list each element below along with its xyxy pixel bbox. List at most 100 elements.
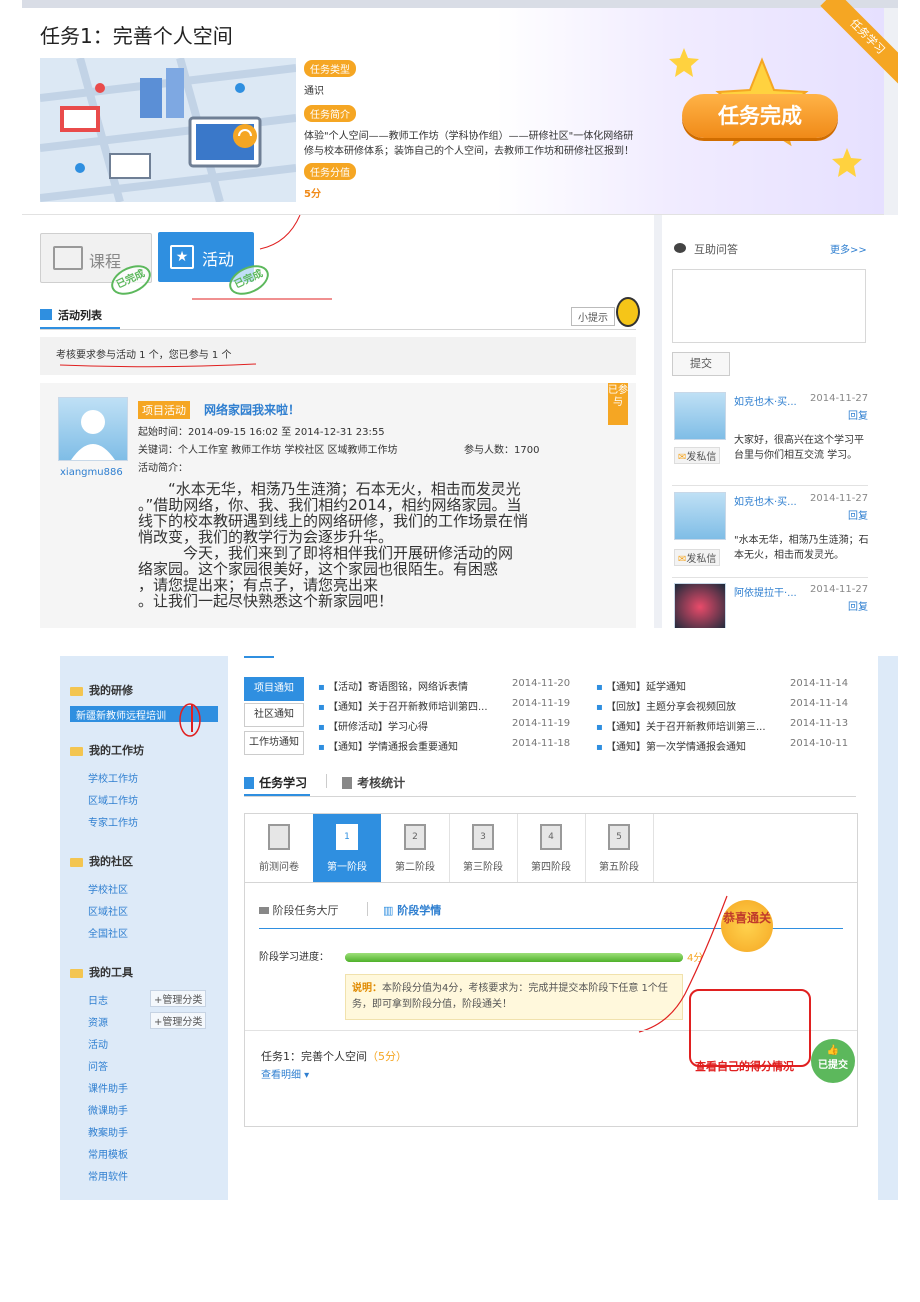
stage-pretest[interactable]: 前测问卷 — [245, 814, 313, 882]
notice-title: 【通知】第一次学情通报会通知 — [605, 742, 746, 753]
username[interactable]: xiangmu886 — [60, 467, 123, 478]
task-title: 任务1：完善个人空间 — [40, 24, 233, 48]
bullet-icon: ▪ — [596, 722, 606, 733]
sidebar-item-region-workshop[interactable]: 区域工作坊 — [88, 792, 138, 807]
manage-category-button[interactable]: +管理分类 — [150, 990, 207, 1007]
folder-icon — [70, 968, 83, 978]
intro-tag: 任务简介 — [304, 105, 356, 122]
sidebar-item-software[interactable]: 常用软件 — [88, 1168, 128, 1183]
note-label: 说明： — [352, 983, 382, 994]
check-score-link[interactable]: 查看自己的得分情况 — [695, 1058, 794, 1074]
task-banner: 任务1：完善个人空间 任务类型 通识 任务简介 体验"个人空间——教师工作坊（学… — [22, 0, 898, 215]
tab-task-study-label: 任务学习 — [259, 776, 308, 790]
tab-community-notice[interactable]: 社区通知 — [244, 703, 304, 727]
send-message-button[interactable]: ✉发私信 — [674, 549, 721, 566]
sidebar-item-school-community[interactable]: 学校社区 — [88, 881, 128, 896]
send-message-button[interactable]: ✉发私信 — [674, 447, 721, 464]
book-icon: 4 — [540, 824, 562, 850]
intro-text-line1: 体验"个人空间——教师工作坊（学科协作组）——研修社区"一体化网络研 — [304, 131, 634, 142]
red-annotation-mark — [179, 703, 201, 737]
tab-task-study[interactable]: 任务学习 — [244, 772, 307, 791]
commenter-name[interactable]: 如克也木·买... — [734, 493, 797, 508]
stage-5[interactable]: 5 第五阶段 — [585, 814, 654, 882]
sidebar-item-resources[interactable]: 资源 — [88, 1014, 108, 1029]
avatar — [58, 397, 128, 461]
title-underline — [40, 327, 120, 329]
send-message-label: 发私信 — [686, 554, 717, 565]
description-line: 今天，我们来到了即将相伴我们开展研修活动的网 — [138, 544, 514, 562]
tab-course-label: 课程 — [89, 252, 122, 271]
stage-3[interactable]: 3 第三阶段 — [449, 814, 518, 882]
note-line: 说明：本阶段分值为4分，考核要求为：完成并提交本阶段下任意 1个任 — [352, 981, 668, 996]
sidebar-item-courseware-helper[interactable]: 课件助手 — [88, 1080, 128, 1095]
notice-item[interactable]: ▪ 【研修活动】学习心得 — [318, 718, 428, 733]
red-underline — [60, 363, 257, 368]
score-value: 5分 — [304, 189, 321, 200]
folder-icon — [70, 746, 83, 756]
hall-icon — [259, 907, 269, 914]
notice-item[interactable]: ▪ 【通知】关于召开新教师培训第三... — [596, 718, 766, 733]
bullet-icon: ▪ — [318, 702, 328, 713]
qa-more-link[interactable]: 更多>> — [830, 241, 867, 256]
notice-date: 2014-11-14 — [790, 698, 849, 709]
chat-bubble-icon — [674, 243, 686, 253]
reply-link[interactable]: 回复 — [848, 407, 868, 422]
view-detail-link[interactable]: 查看明细 ▾ — [261, 1066, 309, 1081]
tab-workshop-notice[interactable]: 工作坊通知 — [244, 731, 304, 755]
note-line-2: 务，即可拿到阶段分值，阶段通关！ — [352, 999, 512, 1010]
question-input[interactable] — [672, 269, 866, 343]
sidebar-item-blog[interactable]: 日志 — [88, 992, 108, 1007]
description-line: 。让我们一起尽快熟悉这个新家园吧！ — [138, 592, 394, 610]
sidebar-item-activities[interactable]: 活动 — [88, 1036, 108, 1051]
description-line: “水本无华，相荡乃生涟漪；石本无火，相击而发灵光 — [138, 480, 521, 498]
sidebar-item-templates[interactable]: 常用模板 — [88, 1146, 128, 1161]
section-title: 我的工具 — [89, 966, 133, 979]
list-icon — [40, 309, 52, 320]
comment-text: "水本无华，相荡乃生涟漪；石本无火，相击而发灵光。 — [734, 535, 869, 561]
notice-item[interactable]: ▪ 【活动】寄语图铭，网络诉表情 — [318, 678, 468, 693]
tab-assessment-stats[interactable]: 考核统计 — [342, 772, 405, 791]
submit-button[interactable]: 提交 — [672, 352, 730, 376]
type-value: 通识 — [304, 86, 324, 97]
notice-item[interactable]: ▪ 【通知】第一次学情通报会通知 — [596, 738, 746, 753]
sidebar-item-microlesson-helper[interactable]: 微课助手 — [88, 1102, 128, 1117]
stage-label: 第三阶段 — [463, 862, 503, 873]
divider — [245, 882, 857, 883]
hint-button[interactable]: 小提示 — [571, 307, 615, 326]
activity-card: xiangmu886 项目活动 网络家园我来啦！ 起始时间：2014-09-15… — [40, 383, 636, 628]
bar-chart-icon: ▥ — [383, 904, 394, 917]
stage-1[interactable]: 1 第一阶段 — [313, 814, 381, 882]
section-title: 我的研修 — [89, 684, 133, 697]
sidebar: 我的研修 新疆新教师远程培训 我的工作坊 学校工作坊 区域工作坊 专家工作坊 我… — [60, 656, 228, 1200]
sidebar-item-qa[interactable]: 问答 — [88, 1058, 108, 1073]
reply-link[interactable]: 回复 — [848, 507, 868, 522]
score-tag: 任务分值 — [304, 163, 356, 180]
reply-link[interactable]: 回复 — [848, 598, 868, 613]
description-line: 络家园。这个家园很美好，这个家园也很陌生。有困惑 — [138, 560, 499, 578]
sidebar-item-national-community[interactable]: 全国社区 — [88, 925, 128, 940]
description-line: 。”借助网络，你、我、我们相约2014，相约网络家园。当 — [138, 496, 522, 514]
sidebar-item-school-workshop[interactable]: 学校工作坊 — [88, 770, 138, 785]
notice-title: 【研修活动】学习心得 — [327, 722, 428, 733]
tab-project-notice[interactable]: 项目通知 — [244, 677, 304, 701]
book-icon — [244, 776, 254, 789]
commenter-name[interactable]: 如克也木·买... — [734, 393, 797, 408]
manage-category-button[interactable]: +管理分类 — [150, 1012, 207, 1029]
notice-item[interactable]: ▪ 【通知】关于召开新教师培训第四... — [318, 698, 488, 713]
sub-tab-task-hall-label: 阶段任务大厅 — [272, 904, 339, 917]
sidebar-item-lessonplan-helper[interactable]: 教案助手 — [88, 1124, 128, 1139]
bee-mascot-icon — [616, 297, 640, 327]
stage-2[interactable]: 2 第二阶段 — [381, 814, 450, 882]
task-row-title[interactable]: 任务1：完善个人空间（5分） — [261, 1048, 407, 1064]
sub-tab-stage-status[interactable]: ▥ 阶段学情 — [383, 902, 441, 918]
notice-item[interactable]: ▪ 【通知】学情通报会重要通知 — [318, 738, 458, 753]
activity-title[interactable]: 网络家园我来啦！ — [204, 401, 300, 418]
commenter-name[interactable]: 阿依提拉干·... — [734, 584, 797, 599]
task-illustration — [40, 58, 296, 202]
sidebar-item-expert-workshop[interactable]: 专家工作坊 — [88, 814, 138, 829]
stage-4[interactable]: 4 第四阶段 — [517, 814, 586, 882]
sub-tab-task-hall[interactable]: 阶段任务大厅 — [259, 902, 339, 918]
sidebar-item-region-community[interactable]: 区域社区 — [88, 903, 128, 918]
notice-item[interactable]: ▪ 【通知】延学通知 — [596, 678, 686, 693]
notice-item[interactable]: ▪ 【回放】主题分享会视频回放 — [596, 698, 736, 713]
